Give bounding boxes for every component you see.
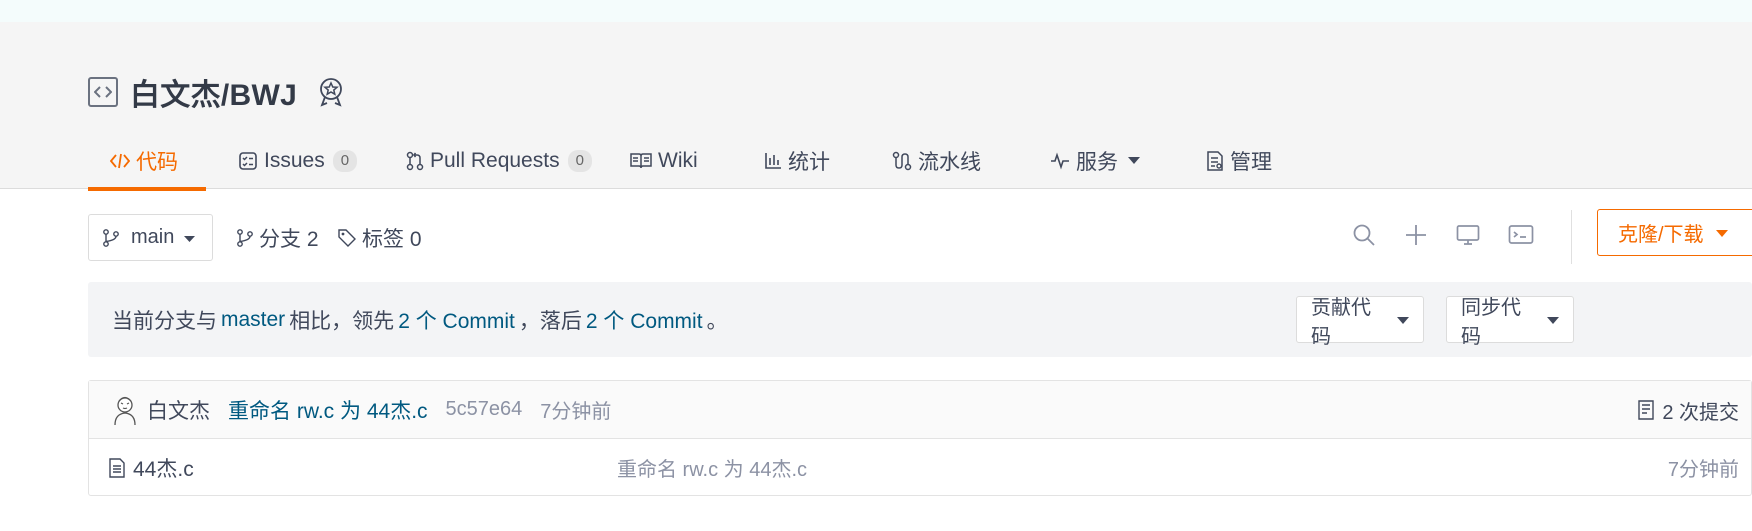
commit-time: 7分钟前 xyxy=(540,401,612,423)
sync-label: 同步代码 xyxy=(1461,296,1521,348)
plus-icon[interactable] xyxy=(1404,223,1428,252)
clone-download-button[interactable]: 克隆/下载 xyxy=(1597,209,1752,256)
chevron-down-icon xyxy=(1715,221,1728,244)
tab-issues[interactable]: Issues 0 xyxy=(206,132,376,190)
compare-branch-link[interactable]: master xyxy=(221,308,285,332)
recommend-badge-icon[interactable] xyxy=(317,77,345,107)
pull-request-icon xyxy=(406,151,424,171)
contribute-label: 贡献代码 xyxy=(1311,296,1371,348)
branch-icon xyxy=(103,228,119,247)
sync-code-button[interactable]: 同步代码 xyxy=(1446,296,1574,348)
file-table: 白文杰 重命名 rw.c 为 44杰.c 5c57e64 7分钟前 2 次提交 … xyxy=(88,380,1752,496)
file-commit-message[interactable]: 重命名 rw.c 为 44杰.c xyxy=(617,453,807,482)
tab-label: 服务 xyxy=(1076,151,1118,174)
chevron-down-icon xyxy=(184,226,196,249)
terminal-icon[interactable] xyxy=(1508,224,1534,251)
commits-icon xyxy=(1638,400,1655,420)
search-icon[interactable] xyxy=(1352,223,1376,252)
table-row[interactable]: 44杰.c 重命名 rw.c 为 44杰.c 7分钟前 xyxy=(89,439,1751,496)
notice-text: 当前分支与 master 相比，领先 2 个 Commit ，落后 2 个 Co… xyxy=(112,282,728,357)
chevron-down-icon xyxy=(1128,157,1140,165)
book-icon xyxy=(630,152,652,170)
notice-prefix: 当前分支与 xyxy=(112,309,217,333)
repo-title: 白文杰/BWJ xyxy=(88,70,345,114)
commit-message-link[interactable]: 重命名 rw.c 为 44杰.c xyxy=(228,395,428,425)
repo-tabs: 代码 Issues 0 Pull Requests 0 Wiki 统计 流水线 xyxy=(88,132,1324,191)
issues-icon xyxy=(238,151,258,171)
chevron-down-icon xyxy=(1547,308,1559,331)
notice-suffix: 。 xyxy=(706,309,728,333)
pipeline-icon xyxy=(892,151,912,171)
tab-label: Wiki xyxy=(658,149,698,172)
issues-count-badge: 0 xyxy=(332,150,358,172)
manage-icon xyxy=(1206,151,1224,171)
notice-mid: ，落后 xyxy=(518,309,582,333)
stats-icon xyxy=(764,152,782,170)
tab-wiki[interactable]: Wiki xyxy=(604,132,738,190)
commit-sha[interactable]: 5c57e64 xyxy=(446,398,523,421)
tab-manage[interactable]: 管理 xyxy=(1184,132,1324,190)
commit-count-link[interactable]: 2 次提交 xyxy=(1638,381,1739,439)
file-icon xyxy=(109,457,125,478)
branch-compare-notice: 当前分支与 master 相比，领先 2 个 Commit ，落后 2 个 Co… xyxy=(88,282,1752,357)
latest-commit-row: 白文杰 重命名 rw.c 为 44杰.c 5c57e64 7分钟前 2 次提交 xyxy=(89,381,1751,439)
toolbar-divider xyxy=(1571,210,1572,264)
code-icon xyxy=(110,152,130,170)
repo-name[interactable]: 白文杰/BWJ xyxy=(130,70,297,114)
pr-count-badge: 0 xyxy=(567,150,592,172)
tab-label: Pull Requests xyxy=(430,149,560,172)
tab-stats[interactable]: 统计 xyxy=(738,132,868,190)
notice-mid: 相比，领先 xyxy=(289,309,395,333)
tags-link[interactable]: 标签 0 xyxy=(338,214,422,261)
branches-link[interactable]: 分支 2 xyxy=(237,214,319,261)
ahead-commits-link[interactable]: 2 个 Commit xyxy=(398,305,515,335)
commit-author[interactable]: 白文杰 xyxy=(147,395,210,425)
repo-toolbar: main 分支 2 标签 0 克隆/下载 xyxy=(88,209,1752,264)
tab-label: Issues xyxy=(264,149,325,172)
commit-count: 2 次提交 xyxy=(1662,401,1739,424)
tab-label: 管理 xyxy=(1230,151,1272,174)
tab-code[interactable]: 代码 xyxy=(88,132,206,191)
code-repo-icon xyxy=(88,77,118,107)
tab-label: 统计 xyxy=(788,151,830,174)
clone-label: 克隆/下载 xyxy=(1618,224,1704,246)
tab-services[interactable]: 服务 xyxy=(1026,132,1184,190)
contribute-code-button[interactable]: 贡献代码 xyxy=(1296,296,1424,348)
file-name[interactable]: 44杰.c xyxy=(133,453,194,483)
tag-icon xyxy=(338,228,356,247)
toolbar-icon-group xyxy=(1352,214,1534,261)
file-commit-time: 7分钟前 xyxy=(1667,459,1739,481)
web-ide-icon[interactable] xyxy=(1456,224,1480,251)
branches-label: 分支 2 xyxy=(259,227,319,251)
avatar[interactable] xyxy=(111,394,139,426)
top-strip xyxy=(0,0,1752,22)
branch-name: main xyxy=(131,226,175,248)
branch-icon xyxy=(237,228,253,247)
tab-label: 代码 xyxy=(136,151,178,174)
tab-label: 流水线 xyxy=(918,151,981,174)
behind-commits-link[interactable]: 2 个 Commit xyxy=(586,305,703,335)
pulse-icon xyxy=(1050,152,1070,170)
tags-label: 标签 0 xyxy=(362,227,422,251)
branch-selector[interactable]: main xyxy=(88,214,213,261)
tab-pipeline[interactable]: 流水线 xyxy=(868,132,1026,190)
chevron-down-icon xyxy=(1397,308,1409,331)
tab-pull-requests[interactable]: Pull Requests 0 xyxy=(376,132,604,190)
